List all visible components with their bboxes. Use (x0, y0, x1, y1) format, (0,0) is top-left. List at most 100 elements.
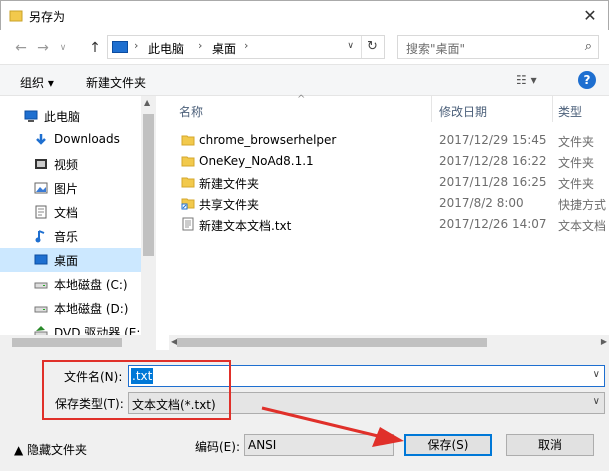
column-type[interactable]: 类型 (558, 103, 582, 120)
encoding-value: ANSI (248, 438, 277, 452)
sidebar-scrollbar[interactable]: ▲ (141, 96, 156, 350)
sidebar-item[interactable]: 文档 (0, 200, 141, 224)
file-row[interactable]: 新建文本文档.txt 2017/12/26 14:07 文本文档 (169, 214, 609, 235)
sidebar-item[interactable]: 本地磁盘 (C:) (0, 272, 141, 296)
encoding-select[interactable]: ANSI (244, 434, 394, 456)
scrollbar-thumb[interactable] (177, 338, 487, 347)
column-header: ^ 名称 修改日期 类型 (169, 94, 609, 122)
recent-chevron-icon[interactable]: ∨ (54, 39, 72, 57)
address-bar[interactable]: › 此电脑 › 桌面 › ∨ ↻ (107, 35, 385, 59)
file-date: 2017/11/28 16:25 (439, 175, 547, 189)
save-form: 文件名(N): .txt ∨ 保存类型(T): 文本文档(*.txt) ∨ ▲ … (0, 350, 609, 471)
command-toolbar: 组织 ▾ 新建文件夹 ☷ ▾ ? (0, 64, 609, 96)
desktop-icon (34, 254, 48, 265)
file-row[interactable]: OneKey_NoAd8.1.1 2017/12/28 16:22 文件夹 (169, 151, 609, 172)
sidebar-item[interactable]: 桌面 (0, 248, 141, 272)
drive-icon (34, 282, 48, 289)
horizontal-scrollbar[interactable]: ◀ ▶ (169, 335, 609, 350)
sidebar-item[interactable]: 本地磁盘 (D:) (0, 296, 141, 320)
search-icon: ⌕ (584, 39, 592, 54)
file-name: 共享文件夹 (199, 198, 260, 212)
file-row[interactable]: chrome_browserhelper 2017/12/29 15:45 文件夹 (169, 130, 609, 151)
title-bar: 另存为 ✕ (0, 0, 609, 30)
file-type: 文本文档 (558, 219, 607, 233)
navigation-pane: 此电脑 Downloads 视频图片文档音乐桌面本地磁盘 (C:) 本地磁盘 (D:)… (0, 96, 156, 350)
refresh-icon[interactable]: ↻ (361, 36, 383, 58)
new-folder-button[interactable]: 新建文件夹 (86, 74, 146, 91)
file-row[interactable]: 新建文件夹 2017/11/28 16:25 文件夹 (169, 172, 609, 193)
file-list: ^ 名称 修改日期 类型 chrome_browserhelper 2017/12… (169, 94, 609, 350)
picture-icon (34, 182, 48, 194)
sidebar-horizontal-scrollbar[interactable] (0, 335, 156, 350)
highlight-box (42, 360, 231, 420)
breadcrumb-separator-icon[interactable]: › (134, 39, 138, 52)
sidebar-item-label: 本地磁盘 (C:) (54, 278, 128, 292)
close-icon[interactable]: ✕ (580, 6, 600, 26)
shortcut-icon (181, 198, 195, 210)
forward-arrow-icon[interactable]: → (34, 39, 52, 57)
video-icon (35, 159, 47, 169)
file-row[interactable]: 共享文件夹 2017/8/2 8:00 快捷方式 (169, 193, 609, 214)
sidebar-item[interactable]: 音乐 (0, 224, 141, 248)
column-date[interactable]: 修改日期 (439, 103, 487, 120)
pc-icon (24, 110, 38, 122)
scrollbar-thumb[interactable] (12, 338, 122, 347)
window-title: 另存为 (29, 10, 66, 24)
help-icon[interactable]: ? (578, 71, 596, 89)
chevron-down-icon[interactable]: ∨ (347, 41, 354, 51)
folder-icon (181, 156, 195, 167)
sidebar-item-label: 此电脑 (44, 110, 81, 124)
drive-icon (34, 306, 48, 313)
column-divider[interactable] (552, 96, 553, 122)
pc-icon (112, 41, 128, 53)
save-button[interactable]: 保存(S) (404, 434, 492, 456)
text-file-icon (182, 217, 194, 231)
hide-folders-button[interactable]: ▲ 隐藏文件夹 (14, 441, 87, 458)
breadcrumb-separator-icon[interactable]: › (198, 39, 202, 52)
sidebar-item-label: 视频 (54, 158, 79, 172)
view-options-icon[interactable]: ☷ ▾ (516, 73, 537, 87)
up-arrow-icon[interactable]: ↑ (86, 39, 104, 57)
column-name[interactable]: 名称 (179, 103, 203, 120)
sidebar-item-label: 桌面 (54, 254, 79, 268)
file-date: 2017/12/26 14:07 (439, 217, 547, 231)
folder-icon (181, 135, 195, 146)
breadcrumb-this-pc[interactable]: 此电脑 (148, 40, 184, 57)
file-type: 快捷方式 (558, 198, 607, 212)
chevron-down-icon[interactable]: ∨ (593, 396, 600, 407)
chevron-down-icon[interactable]: ∨ (593, 369, 600, 380)
file-name: 新建文本文档.txt (199, 219, 292, 233)
sidebar-item-label: 图片 (54, 182, 79, 196)
cancel-button[interactable]: 取消 (506, 434, 594, 456)
sidebar-item-label: 本地磁盘 (D:) (54, 302, 129, 316)
file-date: 2017/8/2 8:00 (439, 196, 524, 210)
search-placeholder: 搜索"桌面" (406, 42, 466, 56)
breadcrumb-desktop[interactable]: 桌面 (212, 40, 236, 57)
file-date: 2017/12/28 16:22 (439, 154, 547, 168)
folder-icon (181, 177, 195, 188)
back-arrow-icon[interactable]: ← (12, 39, 30, 57)
sidebar-item[interactable]: 图片 (0, 176, 141, 200)
scrollbar-thumb[interactable] (143, 114, 154, 256)
sidebar-item-label: 音乐 (54, 230, 79, 244)
sidebar-item-label: 文档 (54, 206, 79, 220)
app-icon (9, 10, 23, 22)
file-type: 文件夹 (558, 156, 595, 170)
sidebar-item-label: Downloads (54, 132, 120, 146)
file-type: 文件夹 (558, 135, 595, 149)
document-icon (35, 205, 47, 219)
search-input[interactable]: 搜索"桌面" ⌕ (397, 35, 599, 59)
sidebar-item[interactable]: 视频 (0, 152, 141, 176)
sidebar-item[interactable]: Downloads (0, 128, 141, 152)
scroll-right-icon[interactable]: ▶ (601, 337, 607, 346)
column-divider[interactable] (431, 96, 432, 122)
file-name: OneKey_NoAd8.1.1 (199, 154, 314, 168)
organize-button[interactable]: 组织 ▾ (20, 74, 54, 91)
scroll-up-icon[interactable]: ▲ (144, 98, 150, 107)
encoding-label: 编码(E): (195, 440, 240, 454)
breadcrumb-separator-icon[interactable]: › (244, 39, 248, 52)
navigation-bar: ← → ∨ ↑ › 此电脑 › 桌面 › ∨ ↻ 搜索"桌面" ⌕ (0, 30, 609, 64)
sidebar-item[interactable]: 此电脑 (0, 104, 141, 128)
sort-ascending-icon: ^ (297, 94, 306, 105)
file-name: 新建文件夹 (199, 177, 260, 191)
